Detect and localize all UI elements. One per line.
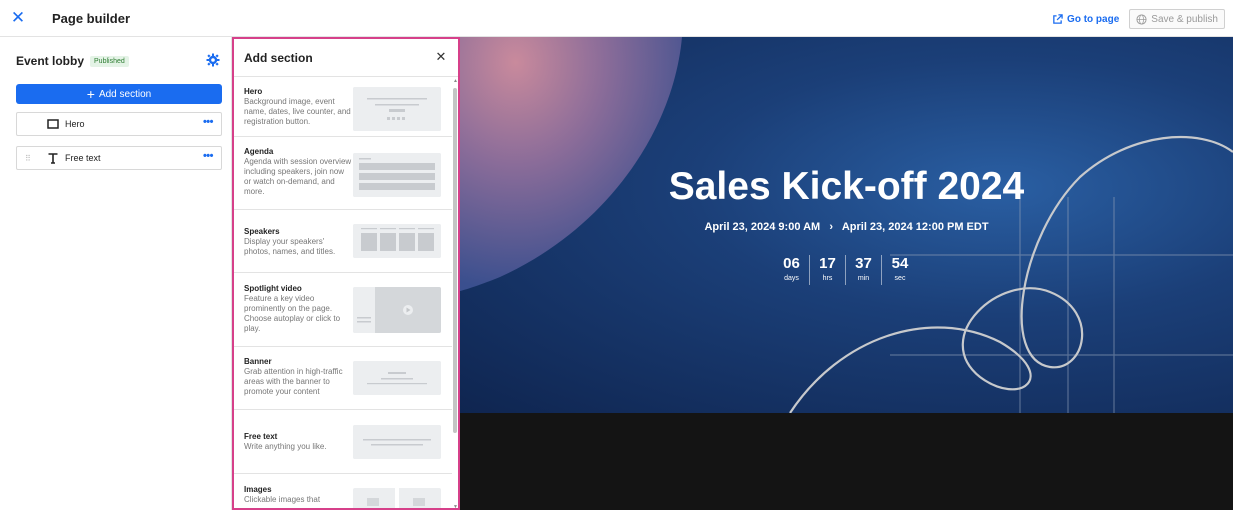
section-type-name: Hero	[244, 87, 263, 96]
countdown-value: 54	[891, 255, 909, 272]
add-section-panel: Add section ✕ Hero Background image, eve…	[232, 37, 460, 510]
section-type-name: Free text	[244, 432, 278, 441]
free-text-section-preview[interactable]	[460, 413, 1233, 510]
hero-title: Sales Kick-off 2024	[668, 165, 1025, 208]
hero-section-preview[interactable]: Sales Kick-off 2024 April 23, 2024 9:00 …	[460, 37, 1233, 413]
section-type-banner[interactable]: Banner Grab attention in high-traffic ar…	[234, 347, 452, 410]
scrollbar[interactable]: ▲ ▼	[452, 78, 458, 509]
section-type-text: Spotlight video Feature a key video prom…	[244, 284, 352, 334]
section-item-hero[interactable]: Hero •••	[16, 112, 222, 136]
section-item-free-text[interactable]: ⠿ Free text •••	[16, 146, 222, 170]
section-type-name: Agenda	[244, 147, 274, 156]
section-type-list: Hero Background image, event name, dates…	[234, 78, 452, 508]
images-thumbnail	[353, 488, 441, 508]
section-type-desc: Background image, event name, dates, liv…	[244, 97, 351, 126]
status-badge: Published	[90, 55, 129, 67]
hero-dates: April 23, 2024 9:00 AM › April 23, 2024 …	[460, 221, 1233, 233]
section-type-desc: Clickable images that	[244, 495, 321, 504]
countdown-minutes: 37 min	[846, 255, 882, 285]
drag-handle-icon[interactable]: ⠿	[25, 154, 31, 163]
add-section-header: Add section ✕	[234, 39, 458, 77]
countdown-value: 06	[783, 255, 800, 272]
lobby-title: Event lobby	[16, 54, 85, 68]
top-bar: ✕ Page builder Go to page Save & publish	[0, 0, 1233, 37]
agenda-thumbnail	[353, 153, 441, 197]
section-type-text: Hero Background image, event name, dates…	[244, 87, 352, 127]
section-type-spotlight-video[interactable]: Spotlight video Feature a key video prom…	[234, 273, 452, 347]
globe-icon	[1136, 13, 1147, 25]
more-options-icon[interactable]: •••	[203, 150, 214, 162]
scroll-up-icon[interactable]: ▲	[453, 79, 458, 84]
banner-thumbnail	[353, 361, 441, 395]
save-publish-label: Save & publish	[1151, 13, 1218, 25]
start-date: April 23, 2024 9:00 AM	[704, 221, 821, 233]
add-section-label: Add section	[98, 88, 152, 100]
section-type-desc: Grab attention in high-traffic areas wit…	[244, 367, 343, 396]
section-type-text: Banner Grab attention in high-traffic ar…	[244, 357, 352, 397]
section-type-name: Spotlight video	[244, 284, 302, 293]
section-type-desc: Write anything you like.	[244, 442, 327, 451]
section-type-text: Agenda Agenda with session overview incl…	[244, 147, 352, 197]
section-type-images[interactable]: Images Clickable images that	[234, 474, 452, 508]
scroll-down-icon[interactable]: ▼	[453, 505, 458, 509]
close-icon[interactable]: ✕	[432, 48, 450, 66]
section-item-label: Hero	[65, 119, 85, 129]
section-item-label: Free text	[65, 153, 101, 163]
section-type-hero[interactable]: Hero Background image, event name, dates…	[234, 78, 452, 137]
page-preview: Sales Kick-off 2024 April 23, 2024 9:00 …	[460, 37, 1233, 510]
section-type-free-text[interactable]: Free text Write anything you like.	[234, 410, 452, 474]
countdown-hours: 17 hrs	[810, 255, 846, 285]
countdown-days: 06 days	[774, 255, 810, 285]
section-type-desc: Feature a key video prominently on the p…	[244, 294, 341, 333]
plus-icon: +	[86, 86, 95, 102]
go-to-page-label: Go to page	[1067, 13, 1120, 25]
lobby-header: Event lobby Published	[16, 53, 220, 69]
countdown-unit: min	[857, 275, 870, 282]
section-type-name: Images	[244, 485, 272, 494]
countdown-unit: days	[784, 275, 799, 282]
countdown-unit: hrs	[822, 275, 833, 282]
free-text-thumbnail	[353, 425, 441, 459]
section-type-text: Speakers Display your speakers' photos, …	[244, 227, 352, 257]
section-type-speakers[interactable]: Speakers Display your speakers' photos, …	[234, 210, 452, 273]
add-section-title: Add section	[244, 50, 313, 65]
countdown-seconds: 54 sec	[882, 255, 918, 285]
hero-thumbnail	[353, 87, 441, 131]
countdown-value: 17	[819, 255, 836, 272]
countdown-timer: 06 days 17 hrs 37 min 54 sec	[666, 255, 1026, 285]
more-options-icon[interactable]: •••	[203, 116, 214, 128]
close-icon[interactable]: ✕	[0, 0, 36, 37]
section-type-text: Images Clickable images that	[244, 485, 352, 505]
section-type-desc: Display your speakers' photos, names, an…	[244, 237, 336, 256]
section-type-text: Free text Write anything you like.	[244, 432, 352, 452]
save-publish-button[interactable]: Save & publish	[1129, 9, 1225, 29]
rectangle-icon	[47, 119, 59, 129]
section-type-name: Banner	[244, 357, 272, 366]
spotlight-video-thumbnail	[353, 287, 441, 333]
countdown-unit: sec	[894, 275, 906, 282]
external-link-icon	[1053, 13, 1063, 24]
section-type-agenda[interactable]: Agenda Agenda with session overview incl…	[234, 137, 452, 210]
speakers-thumbnail	[353, 224, 441, 258]
gear-icon[interactable]	[206, 53, 220, 67]
text-icon	[48, 153, 58, 164]
topbar-actions: Go to page Save & publish	[1052, 9, 1225, 29]
section-type-desc: Agenda with session overview including s…	[244, 157, 352, 196]
sections-sidebar: Event lobby Published + Add section Hero…	[0, 37, 232, 510]
scrollbar-thumb[interactable]	[453, 88, 457, 433]
chevron-right-icon: ›	[829, 221, 834, 233]
section-type-name: Speakers	[244, 227, 280, 236]
go-to-page-link[interactable]: Go to page	[1052, 14, 1119, 25]
countdown-value: 37	[855, 255, 872, 272]
page-title: Page builder	[52, 10, 131, 26]
end-date: April 23, 2024 12:00 PM EDT	[841, 221, 989, 233]
add-section-button[interactable]: + Add section	[16, 84, 222, 104]
